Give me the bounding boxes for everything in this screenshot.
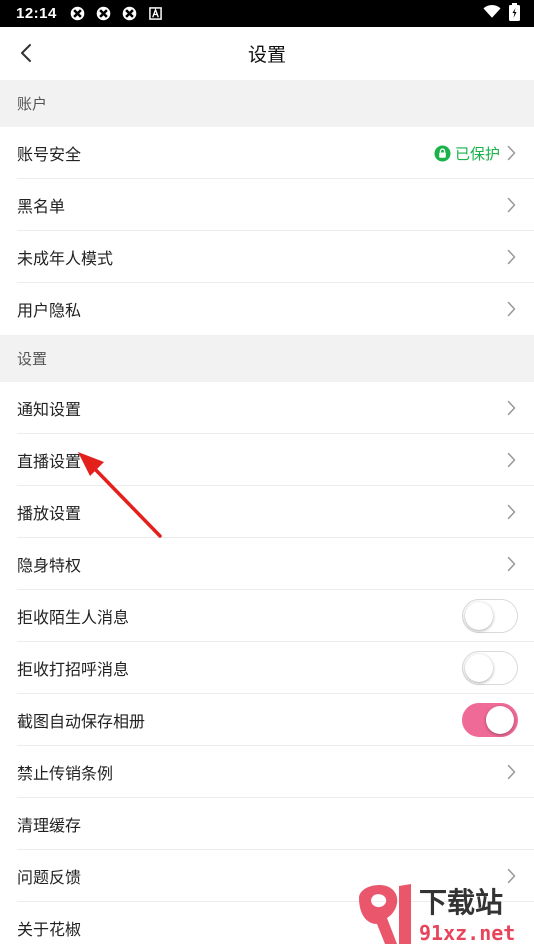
settings-item-anti-pyramid[interactable]: 禁止传销条例	[0, 746, 534, 798]
settings-item-reject-stranger: 拒收陌生人消息	[0, 590, 534, 642]
settings-item-label: 禁止传销条例	[17, 764, 114, 783]
settings-item-label: 用户隐私	[17, 301, 82, 320]
section-header-label: 账户	[17, 95, 48, 113]
back-button[interactable]	[12, 39, 40, 67]
settings-item-label: 黑名单	[17, 197, 66, 216]
top-app-bar: 设置	[0, 27, 534, 80]
settings-item-label: 账号安全	[17, 145, 82, 164]
chevron-right-icon	[504, 451, 518, 469]
settings-item-minor-mode[interactable]: 未成年人模式	[0, 231, 534, 283]
watermark-url: 91xz.net	[419, 921, 515, 945]
chevron-right-icon	[504, 144, 518, 162]
toggle-knob	[465, 654, 493, 682]
font-notification-icon	[147, 5, 165, 23]
settings-item-clear-cache[interactable]: 清理缓存	[0, 798, 534, 850]
section-header-label: 设置	[17, 350, 48, 368]
app-notification-icon	[69, 5, 87, 23]
toggle-knob	[465, 602, 493, 630]
toggle-knob	[486, 706, 514, 734]
settings-item-label: 通知设置	[17, 400, 82, 419]
watermark-text: 下载站	[419, 886, 503, 919]
page-title: 设置	[247, 44, 286, 66]
reject-stranger-toggle[interactable]	[462, 599, 518, 633]
settings-item-label: 隐身特权	[17, 556, 82, 575]
settings-item-label: 拒收陌生人消息	[17, 608, 130, 627]
settings-item-blacklist[interactable]: 黑名单	[0, 179, 534, 231]
app-notification-icon	[121, 5, 139, 23]
chevron-right-icon	[504, 503, 518, 521]
chevron-right-icon	[504, 196, 518, 214]
settings-item-label: 截图自动保存相册	[17, 712, 146, 731]
chevron-right-icon	[504, 300, 518, 318]
battery-icon	[509, 2, 520, 25]
settings-item-label: 未成年人模式	[17, 249, 114, 268]
settings-item-notification[interactable]: 通知设置	[0, 382, 534, 434]
settings-item-reject-greeting: 拒收打招呼消息	[0, 642, 534, 694]
settings-item-label: 播放设置	[17, 504, 82, 523]
status-badge-label: 已保护	[454, 144, 500, 163]
watermark-logo: 下载站 91xz.net	[353, 878, 528, 948]
section-header-account: 账户	[0, 80, 534, 127]
settings-item-screenshot-save: 截图自动保存相册	[0, 694, 534, 746]
screenshot-save-toggle[interactable]	[462, 703, 518, 737]
settings-item-account-security[interactable]: 账号安全 已保护	[0, 127, 534, 179]
status-badge: 已保护	[434, 143, 500, 164]
settings-item-invisible-privilege[interactable]: 隐身特权	[0, 538, 534, 590]
settings-item-user-privacy[interactable]: 用户隐私	[0, 283, 534, 335]
status-time: 12:14	[16, 5, 57, 22]
status-bar: 12:14	[0, 0, 534, 27]
chevron-left-icon	[21, 44, 31, 62]
settings-item-playback[interactable]: 播放设置	[0, 486, 534, 538]
chevron-right-icon	[504, 555, 518, 573]
reject-greeting-toggle[interactable]	[462, 651, 518, 685]
wifi-icon	[483, 4, 501, 23]
lock-icon	[434, 144, 451, 162]
chevron-right-icon	[504, 763, 518, 781]
settings-item-live[interactable]: 直播设置	[0, 434, 534, 486]
settings-item-label: 拒收打招呼消息	[17, 660, 130, 679]
chevron-right-icon	[504, 248, 518, 266]
section-header-settings: 设置	[0, 335, 534, 382]
chevron-right-icon	[504, 399, 518, 417]
app-notification-icon	[95, 5, 113, 23]
settings-item-label: 直播设置	[17, 452, 82, 471]
settings-item-label: 清理缓存	[17, 816, 82, 835]
